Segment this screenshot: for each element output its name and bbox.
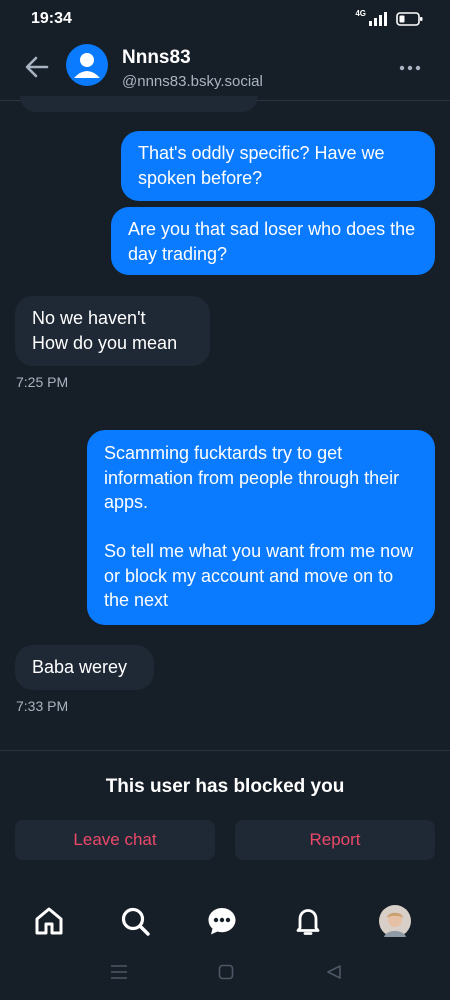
report-button[interactable]: Report [235,820,435,860]
blocked-notice: This user has blocked you [105,776,345,797]
message-timestamp: 7:33 PM [16,698,69,714]
chat-icon [208,908,236,935]
message-bubble-sent: Are you that sad loser who does the day … [111,207,435,275]
contact-handle: @nnns83.bsky.social [122,73,263,90]
status-time: 19:34 [31,10,72,27]
leave-chat-button[interactable]: Leave chat [15,820,215,860]
chat-header: Nnns83 @nnns83.bsky.social [0,40,450,101]
status-bar: 19:34 4G [0,0,450,40]
tab-notifications[interactable] [291,904,325,938]
message-bubble-sent: Scamming fucktards try to get informatio… [87,430,435,625]
home-square-icon[interactable] [218,964,234,980]
tab-home[interactable] [32,904,66,938]
search-icon [121,907,150,936]
menu-icon[interactable] [110,964,128,980]
battery-icon [396,12,423,26]
default-user-icon [74,53,100,78]
profile-avatar [379,905,411,937]
previous-message-bubble [20,96,258,112]
contact-avatar[interactable] [66,44,108,86]
tab-search[interactable] [118,904,152,938]
message-bubble-received: No we haven't How do you mean [15,296,210,366]
bottom-tab-bar [0,890,450,950]
network-type-label: 4G [355,8,366,18]
back-arrow-icon[interactable] [22,52,52,82]
message-bubble-received: Baba werey [15,645,154,690]
system-navigation-bar [0,955,450,995]
bell-icon [296,909,320,935]
signal-icon [369,12,387,26]
more-options-icon[interactable] [398,56,422,80]
message-bubble-sent: That's oddly specific? Have we spoken be… [121,131,435,201]
tab-profile[interactable] [378,904,412,938]
status-icons: 4G [355,8,424,27]
home-icon [35,907,63,935]
divider [0,750,450,751]
contact-name[interactable]: Nnns83 [122,47,191,69]
back-triangle-icon[interactable] [326,964,342,980]
message-timestamp: 7:25 PM [16,374,69,390]
tab-chat[interactable] [205,904,239,938]
